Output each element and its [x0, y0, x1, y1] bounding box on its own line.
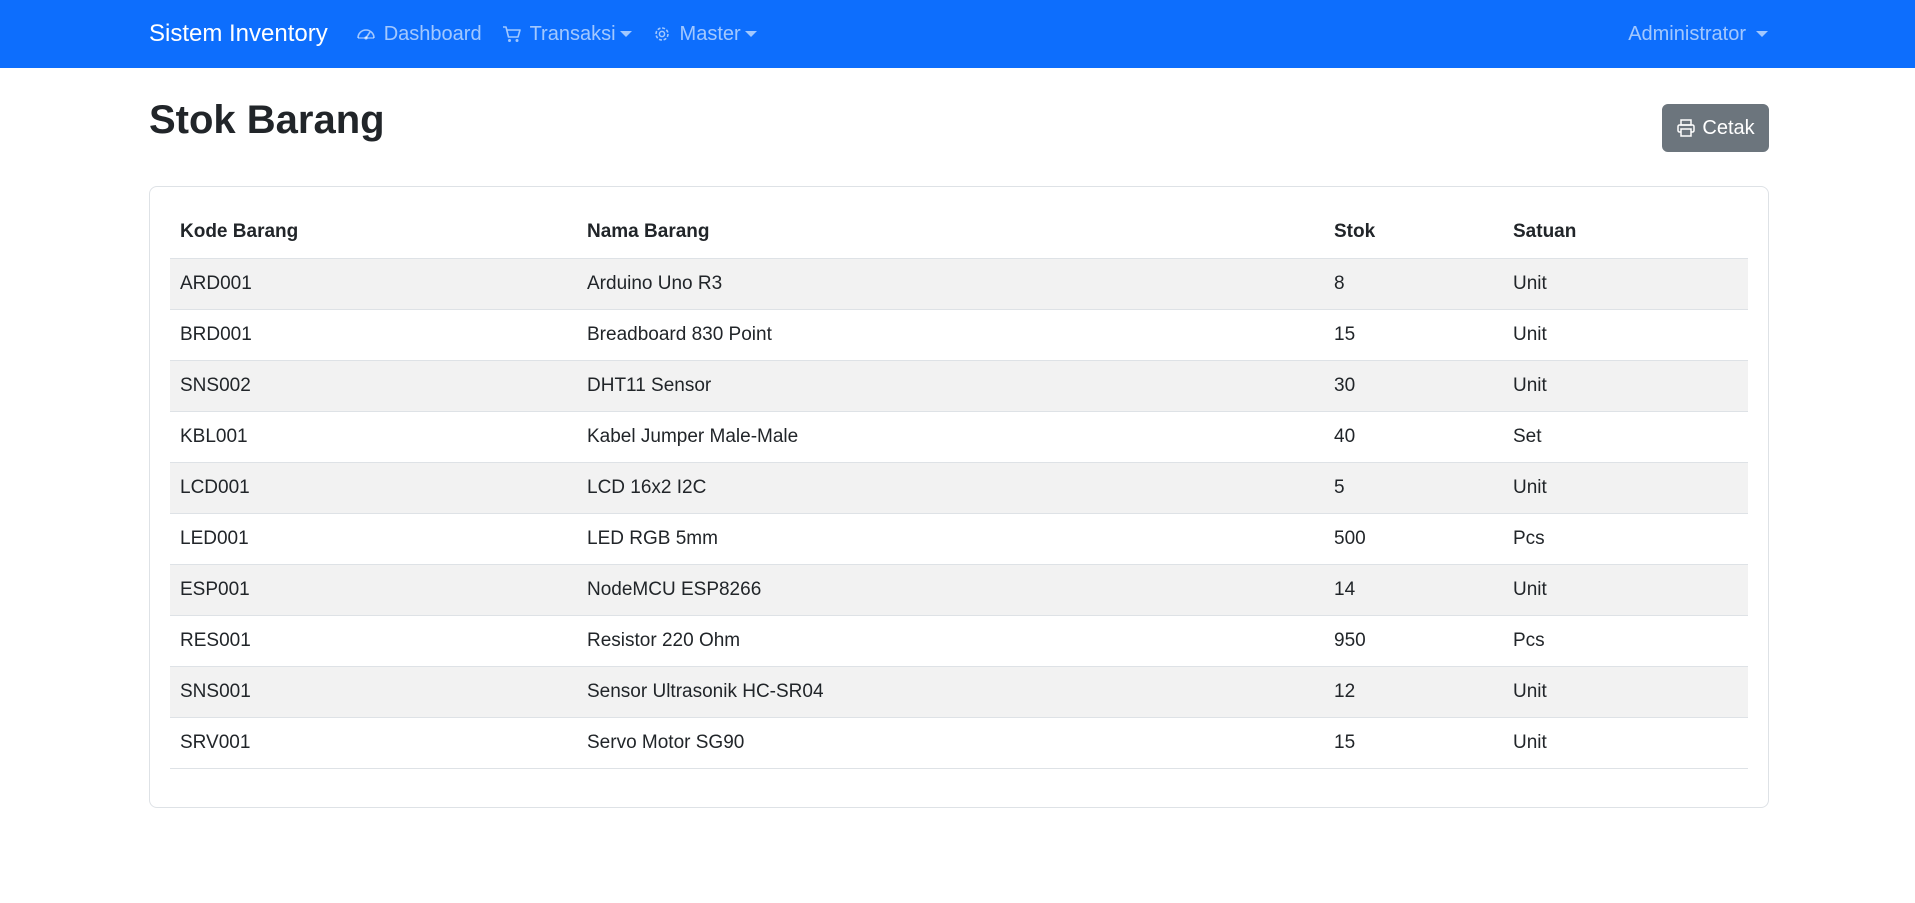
cell-satuan: Unit — [1503, 360, 1748, 412]
print-button[interactable]: Cetak — [1662, 104, 1769, 152]
chevron-down-icon — [744, 31, 757, 37]
printer-icon — [1677, 119, 1696, 137]
column-header-stok: Stok — [1324, 207, 1503, 259]
cell-nama: Arduino Uno R3 — [577, 258, 1324, 310]
nav-item-transaksi[interactable]: Transaksi — [502, 23, 632, 46]
user-menu[interactable]: Administrator — [1628, 23, 1768, 46]
cell-stok: 5 — [1324, 462, 1503, 514]
chevron-down-icon — [619, 31, 632, 37]
cell-kode: SNS001 — [170, 666, 577, 718]
navbar-container: Sistem Inventory Dashboard Transaksi Mas… — [149, 0, 1768, 68]
cell-stok: 30 — [1324, 360, 1503, 412]
user-name: Administrator — [1628, 22, 1746, 45]
cell-kode: LED001 — [170, 513, 577, 565]
column-header-kode: Kode Barang — [170, 207, 577, 259]
gear-icon — [654, 27, 669, 41]
cell-stok: 14 — [1324, 564, 1503, 616]
table-row: LCD001 LCD 16x2 I2C 5 Unit — [170, 462, 1748, 514]
cell-satuan: Unit — [1503, 564, 1748, 616]
page-title: Stok Barang — [149, 98, 385, 142]
cell-nama: LED RGB 5mm — [577, 513, 1324, 565]
cell-satuan: Unit — [1503, 462, 1748, 514]
speedometer-icon — [356, 29, 375, 40]
cell-nama: NodeMCU ESP8266 — [577, 564, 1324, 616]
table-header-row: Kode Barang Nama Barang Stok Satuan — [170, 207, 1748, 259]
navbar-brand[interactable]: Sistem Inventory — [149, 20, 328, 48]
table-row: SRV001 Servo Motor SG90 15 Unit — [170, 717, 1748, 769]
table-row: ESP001 NodeMCU ESP8266 14 Unit — [170, 564, 1748, 616]
cell-kode: RES001 — [170, 615, 577, 667]
nav-item-master[interactable]: Master — [652, 23, 757, 46]
cell-kode: LCD001 — [170, 462, 577, 514]
cell-kode: ARD001 — [170, 258, 577, 310]
chevron-down-icon — [1756, 31, 1768, 37]
cell-stok: 500 — [1324, 513, 1503, 565]
cell-stok: 15 — [1324, 309, 1503, 361]
table-row: SNS001 Sensor Ultrasonik HC-SR04 12 Unit — [170, 666, 1748, 718]
table-row: ARD001 Arduino Uno R3 8 Unit — [170, 258, 1748, 310]
cart-icon — [502, 26, 521, 42]
cell-kode: SRV001 — [170, 717, 577, 769]
nav-item-label: Dashboard — [383, 22, 482, 45]
stock-table: Kode Barang Nama Barang Stok Satuan ARD0… — [170, 207, 1748, 769]
cell-nama: Servo Motor SG90 — [577, 717, 1324, 769]
nav-item-label: Transaksi — [529, 22, 616, 45]
cell-stok: 8 — [1324, 258, 1503, 310]
column-header-nama: Nama Barang — [577, 207, 1324, 259]
cell-nama: LCD 16x2 I2C — [577, 462, 1324, 514]
cell-satuan: Unit — [1503, 309, 1748, 361]
table-row: LED001 LED RGB 5mm 500 Pcs — [170, 513, 1748, 565]
top-navbar: Sistem Inventory Dashboard Transaksi Mas… — [0, 0, 1915, 68]
column-header-satuan: Satuan — [1503, 207, 1748, 259]
cell-satuan: Unit — [1503, 666, 1748, 718]
cell-nama: Breadboard 830 Point — [577, 309, 1324, 361]
cell-satuan: Unit — [1503, 717, 1748, 769]
cell-kode: ESP001 — [170, 564, 577, 616]
cell-satuan: Set — [1503, 411, 1748, 463]
cell-nama: Resistor 220 Ohm — [577, 615, 1324, 667]
cell-nama: DHT11 Sensor — [577, 360, 1324, 412]
cell-stok: 15 — [1324, 717, 1503, 769]
nav-item-dashboard[interactable]: Dashboard — [356, 23, 482, 46]
cell-stok: 950 — [1324, 615, 1503, 667]
table-row: RES001 Resistor 220 Ohm 950 Pcs — [170, 615, 1748, 667]
nav-item-label: Master — [679, 22, 741, 45]
table-row: BRD001 Breadboard 830 Point 15 Unit — [170, 309, 1748, 361]
table-row: SNS002 DHT11 Sensor 30 Unit — [170, 360, 1748, 412]
cell-kode: BRD001 — [170, 309, 577, 361]
cell-stok: 40 — [1324, 411, 1503, 463]
cell-satuan: Pcs — [1503, 513, 1748, 565]
print-button-label: Cetak — [1702, 116, 1755, 139]
cell-nama: Sensor Ultrasonik HC-SR04 — [577, 666, 1324, 718]
cell-satuan: Pcs — [1503, 615, 1748, 667]
cell-satuan: Unit — [1503, 258, 1748, 310]
cell-nama: Kabel Jumper Male-Male — [577, 411, 1324, 463]
cell-kode: SNS002 — [170, 360, 577, 412]
cell-kode: KBL001 — [170, 411, 577, 463]
cell-stok: 12 — [1324, 666, 1503, 718]
stock-card: Kode Barang Nama Barang Stok Satuan ARD0… — [149, 186, 1769, 808]
table-row: KBL001 Kabel Jumper Male-Male 40 Set — [170, 411, 1748, 463]
